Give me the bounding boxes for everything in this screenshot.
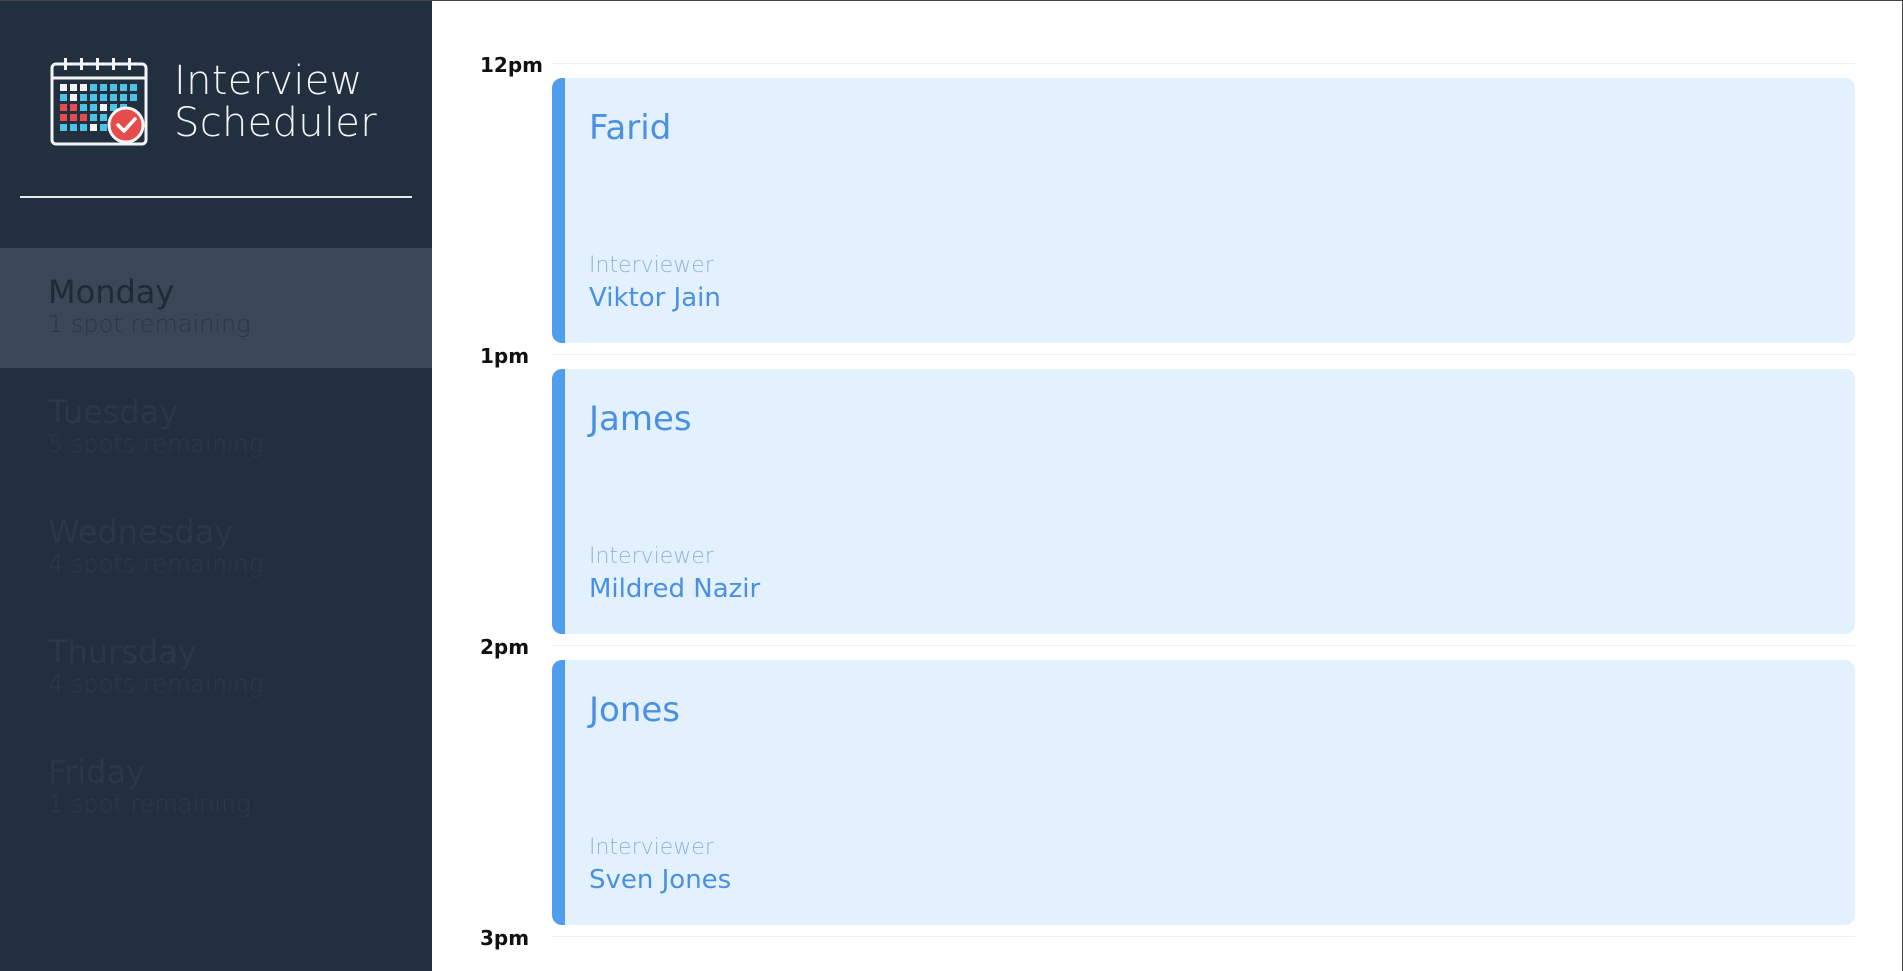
calendar-check-icon [50,58,148,146]
day-spots: 5 spots remaining [48,430,264,458]
time-label: 1pm [480,344,530,368]
day-spots: 1 spot remaining [48,310,251,338]
app-title-line2: Scheduler [174,100,377,146]
time-divider [552,63,1855,64]
day-spots: 1 spot remaining [48,790,251,818]
time-divider [552,936,1855,937]
day-list: Monday 1 spot remaining Tuesday 5 spots … [0,248,432,848]
app-title: Interview Scheduler [174,60,377,144]
appointment-card[interactable]: James Interviewer Mildred Nazir [552,369,1855,634]
interviewer-name: Viktor Jain [589,283,721,313]
schedule: 12pm Farid Interviewer Viktor Jain 1pm J… [432,1,1901,970]
brand: Interview Scheduler [50,56,377,148]
appointment-card[interactable]: Farid Interviewer Viktor Jain [552,78,1855,343]
interviewer-name: Sven Jones [589,865,732,895]
day-item-tuesday[interactable]: Tuesday 5 spots remaining [0,368,432,488]
time-label: 2pm [480,635,530,659]
time-divider [552,645,1855,646]
interviewer-label: Interviewer [589,835,714,860]
day-item-wednesday[interactable]: Wednesday 4 spots remaining [0,488,432,608]
app-layout: Interview Scheduler Monday 1 spot remain… [0,0,1903,971]
time-label: 3pm [480,926,530,950]
appointment-card[interactable]: Jones Interviewer Sven Jones [552,660,1855,925]
student-name: Farid [589,108,672,148]
interviewer-label: Interviewer [589,253,714,278]
day-name: Thursday [48,633,197,671]
day-item-friday[interactable]: Friday 1 spot remaining [0,728,432,848]
day-item-monday[interactable]: Monday 1 spot remaining [0,248,432,368]
student-name: Jones [589,690,681,730]
day-spots: 4 spots remaining [48,550,264,578]
day-name: Wednesday [48,513,234,551]
day-name: Friday [48,753,145,791]
time-divider [552,354,1855,355]
sidebar-divider [20,196,412,198]
interviewer-label: Interviewer [589,544,714,569]
sidebar: Interview Scheduler Monday 1 spot remain… [0,1,432,971]
day-item-thursday[interactable]: Thursday 4 spots remaining [0,608,432,728]
day-name: Monday [48,273,175,311]
interviewer-name: Mildred Nazir [589,574,761,604]
student-name: James [589,399,692,439]
day-spots: 4 spots remaining [48,670,264,698]
time-label: 12pm [480,53,543,77]
day-name: Tuesday [48,393,179,431]
app-title-line1: Interview [174,58,363,104]
